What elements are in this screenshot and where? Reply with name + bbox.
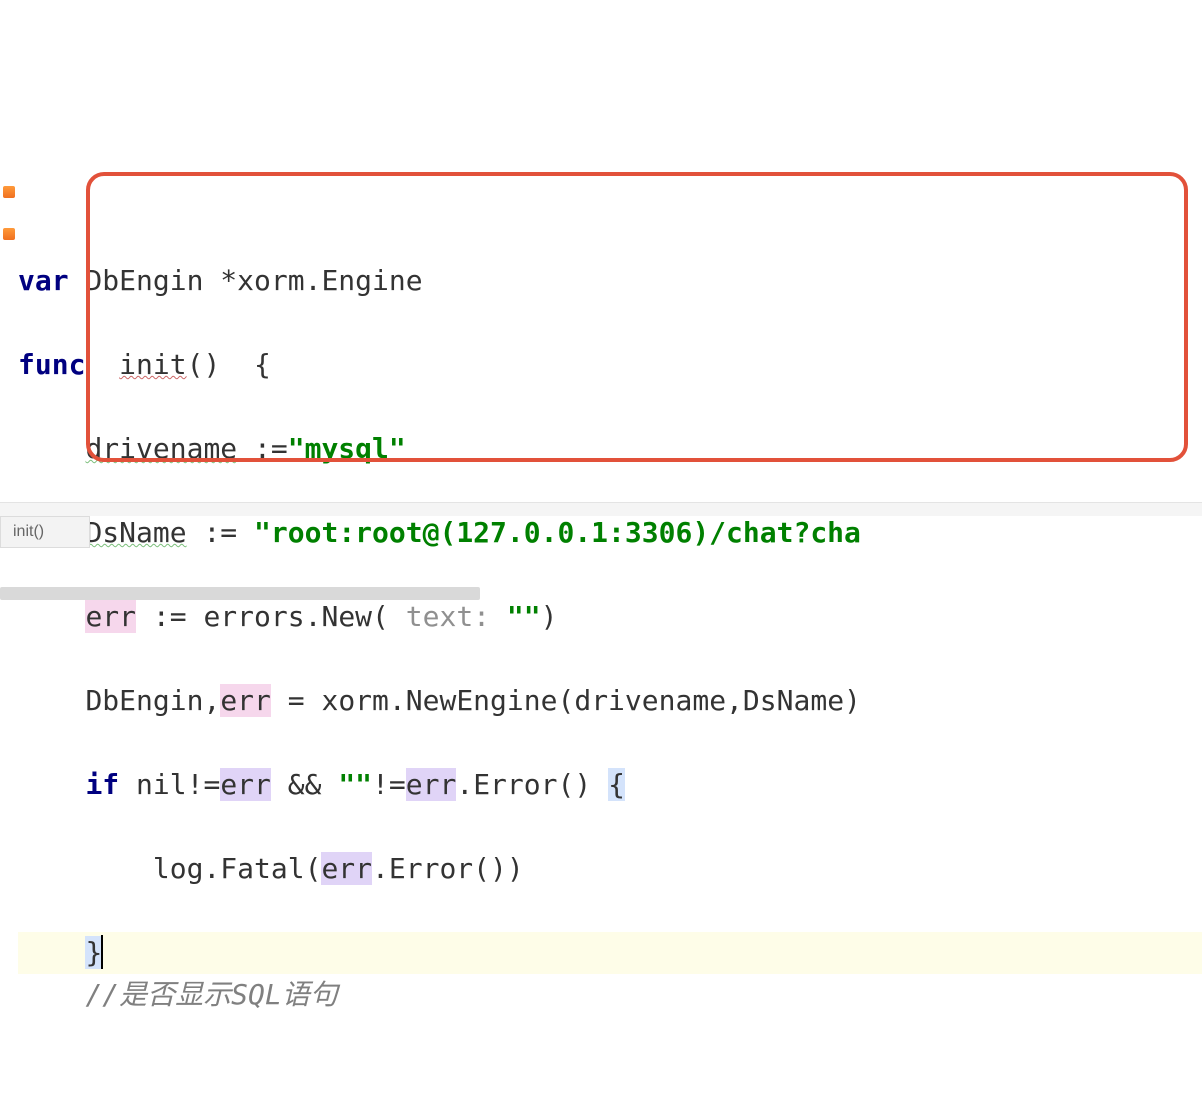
code-line[interactable]: err := errors.New( text: ""): [18, 596, 1202, 638]
assign: :=: [237, 432, 288, 465]
breadcrumb[interactable]: init(): [0, 516, 90, 548]
code-line[interactable]: //是否显示SQL语句: [18, 974, 1202, 1016]
assign: :=: [187, 516, 254, 549]
variable-err: err: [406, 768, 457, 801]
horizontal-scrollbar[interactable]: [0, 502, 1202, 516]
call: errors.New(: [203, 600, 405, 633]
breadcrumb-label: init(): [13, 520, 44, 544]
code-line[interactable]: var DbEngin *xorm.Engine: [18, 260, 1202, 302]
comment: //是否显示SQL语句: [85, 978, 337, 1011]
keyword-func: func: [18, 348, 85, 381]
string-literal: "": [338, 768, 372, 801]
assign: :=: [136, 600, 203, 633]
code-text: (): [187, 348, 221, 381]
assign: =: [271, 684, 322, 717]
brace: }: [85, 936, 102, 969]
call: xorm.NewEngine(drivename,DsName): [321, 684, 860, 717]
func-name: init: [119, 348, 186, 381]
code-text: !=: [372, 768, 406, 801]
variable-err: err: [220, 684, 271, 717]
indent: [18, 936, 85, 969]
call: .Error()): [372, 852, 524, 885]
paren-close: ): [541, 600, 558, 633]
comma: ,: [203, 684, 220, 717]
code-text: nil!=: [119, 768, 220, 801]
code-line-current[interactable]: }: [18, 932, 1202, 974]
indent: [18, 600, 85, 633]
brace: {: [608, 768, 625, 801]
indent: [18, 768, 85, 801]
string-literal: "root:root@(127.0.0.1:3306)/chat?cha: [254, 516, 861, 549]
code-text: [85, 348, 119, 381]
string-literal: "mysql": [288, 432, 406, 465]
variable: drivename: [85, 432, 237, 465]
variable: DbEngin: [85, 684, 203, 717]
indent: [18, 978, 85, 1011]
variable-err: err: [220, 768, 271, 801]
text-cursor: [101, 935, 103, 969]
code-editor[interactable]: var DbEngin *xorm.Engine func init() { d…: [0, 168, 1202, 1058]
gutter: [0, 176, 18, 302]
indent: [18, 684, 85, 717]
code-text: .Error(): [456, 768, 608, 801]
variable: DsName: [85, 516, 186, 549]
indent: [18, 432, 85, 465]
variable-err: err: [85, 600, 136, 633]
code-line[interactable]: if nil!=err && ""!=err.Error() {: [18, 764, 1202, 806]
indent: [18, 852, 153, 885]
keyword-if: if: [85, 768, 119, 801]
call: log.Fatal(: [153, 852, 322, 885]
code-text: [220, 348, 254, 381]
code-line[interactable]: log.Fatal(err.Error()): [18, 848, 1202, 890]
scrollbar-thumb[interactable]: [0, 587, 480, 600]
code-line[interactable]: DbEngin,err = xorm.NewEngine(drivename,D…: [18, 680, 1202, 722]
gutter-marker: [3, 186, 15, 198]
variable-err: err: [321, 852, 372, 885]
string-literal: "": [507, 600, 541, 633]
code-line[interactable]: func init() {: [18, 344, 1202, 386]
param-hint: text:: [406, 600, 507, 633]
code-line[interactable]: drivename :="mysql": [18, 428, 1202, 470]
code-text: &&: [271, 768, 338, 801]
gutter-marker: [3, 228, 15, 240]
brace: {: [254, 348, 271, 381]
code-text: DbEngin *xorm.Engine: [69, 264, 423, 297]
